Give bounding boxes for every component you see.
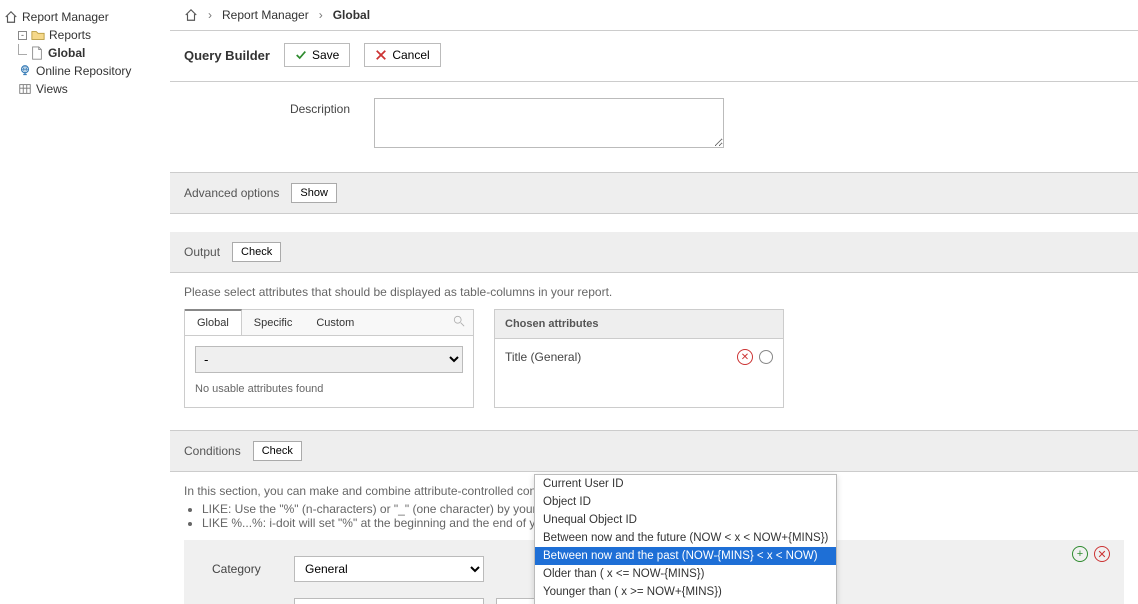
breadcrumb-item[interactable]: Report Manager bbox=[222, 8, 309, 22]
no-attributes-msg: No usable attributes found bbox=[185, 383, 473, 407]
table-icon bbox=[18, 82, 32, 96]
attribute-select[interactable]: Last change bbox=[294, 598, 484, 604]
globe-icon bbox=[18, 64, 32, 78]
output-body: Please select attributes that should be … bbox=[170, 273, 1138, 426]
toolbar: Query Builder Save Cancel bbox=[170, 31, 1138, 82]
output-check-button[interactable]: Check bbox=[232, 242, 281, 262]
output-hint: Please select attributes that should be … bbox=[184, 285, 1124, 299]
dropdown-option[interactable]: Object ID bbox=[535, 493, 836, 511]
save-button[interactable]: Save bbox=[284, 43, 350, 67]
breadcrumb-current: Global bbox=[333, 8, 370, 22]
section-label: Output bbox=[184, 245, 220, 259]
attribute-picker: Global Specific Custom - No usable attri… bbox=[184, 309, 474, 408]
conditions-check-button[interactable]: Check bbox=[253, 441, 302, 461]
search-icon[interactable] bbox=[445, 311, 473, 334]
tree-online-repo[interactable]: Online Repository bbox=[4, 62, 166, 80]
dropdown-option[interactable]: Between now and the past (NOW-{MINS} < x… bbox=[535, 547, 836, 565]
chosen-attributes-panel: Chosen attributes Title (General) ✕ bbox=[494, 309, 784, 408]
tree-label: Online Repository bbox=[36, 64, 131, 78]
advanced-show-button[interactable]: Show bbox=[291, 183, 337, 203]
tree-reports[interactable]: - Reports bbox=[4, 26, 166, 44]
tree-label: Report Manager bbox=[22, 10, 109, 24]
expander-icon[interactable]: - bbox=[18, 31, 27, 40]
page-title: Query Builder bbox=[184, 48, 270, 63]
delete-condition-button[interactable]: ✕ bbox=[1094, 546, 1110, 562]
conditions-header: Conditions Check bbox=[170, 430, 1138, 472]
sidebar: Report Manager - Reports Global Online R… bbox=[0, 0, 170, 604]
attribute-circle-button[interactable] bbox=[759, 350, 773, 364]
chosen-attribute-row: Title (General) ✕ bbox=[495, 339, 783, 375]
button-label: Cancel bbox=[392, 48, 429, 62]
tree-views[interactable]: Views bbox=[4, 80, 166, 98]
add-condition-button[interactable]: + bbox=[1072, 546, 1088, 562]
attribute-select[interactable]: - bbox=[195, 346, 463, 373]
tree-label: Global bbox=[48, 46, 85, 60]
tab-custom[interactable]: Custom bbox=[304, 311, 366, 335]
section-label: Advanced options bbox=[184, 186, 279, 200]
dropdown-option[interactable]: Older than ( x <= NOW-{MINS}) bbox=[535, 565, 836, 583]
home-icon bbox=[4, 10, 18, 24]
dropdown-option[interactable]: Current User ID bbox=[535, 475, 836, 493]
button-label: Save bbox=[312, 48, 339, 62]
description-row: Description bbox=[170, 82, 1138, 172]
dropdown-option[interactable]: Between now and the future (NOW < x < NO… bbox=[535, 529, 836, 547]
folder-icon bbox=[31, 28, 45, 42]
cancel-button[interactable]: Cancel bbox=[364, 43, 440, 67]
category-select[interactable]: General bbox=[294, 556, 484, 582]
tab-specific[interactable]: Specific bbox=[242, 311, 305, 335]
tab-global[interactable]: Global bbox=[185, 309, 242, 335]
description-label: Description bbox=[230, 98, 350, 148]
section-label: Conditions bbox=[184, 444, 241, 458]
description-textarea[interactable] bbox=[374, 98, 724, 148]
home-icon[interactable] bbox=[184, 8, 198, 22]
main: › Report Manager › Global Query Builder … bbox=[170, 0, 1138, 604]
chevron-right-icon: › bbox=[319, 8, 323, 22]
operator-dropdown[interactable]: Current User IDObject IDUnequal Object I… bbox=[534, 474, 837, 604]
output-header: Output Check bbox=[170, 232, 1138, 273]
file-icon bbox=[30, 46, 44, 60]
tree-label: Reports bbox=[49, 28, 91, 42]
check-icon bbox=[295, 49, 307, 61]
chosen-header: Chosen attributes bbox=[495, 310, 783, 339]
tree-label: Views bbox=[36, 82, 68, 96]
breadcrumb: › Report Manager › Global bbox=[170, 0, 1138, 31]
dropdown-option[interactable]: Unequal Object ID bbox=[535, 511, 836, 529]
dropdown-option[interactable]: Younger than ( x >= NOW+{MINS}) bbox=[535, 583, 836, 601]
conditions-body: In this section, you can make and combin… bbox=[170, 472, 1138, 604]
advanced-options-header: Advanced options Show bbox=[170, 172, 1138, 214]
chevron-right-icon: › bbox=[208, 8, 212, 22]
close-icon bbox=[375, 49, 387, 61]
tree-global[interactable]: Global bbox=[4, 44, 166, 62]
tree-report-manager[interactable]: Report Manager bbox=[4, 8, 166, 26]
chosen-attribute-label: Title (General) bbox=[505, 350, 737, 364]
category-label: Category bbox=[212, 562, 282, 576]
remove-attribute-button[interactable]: ✕ bbox=[737, 349, 753, 365]
